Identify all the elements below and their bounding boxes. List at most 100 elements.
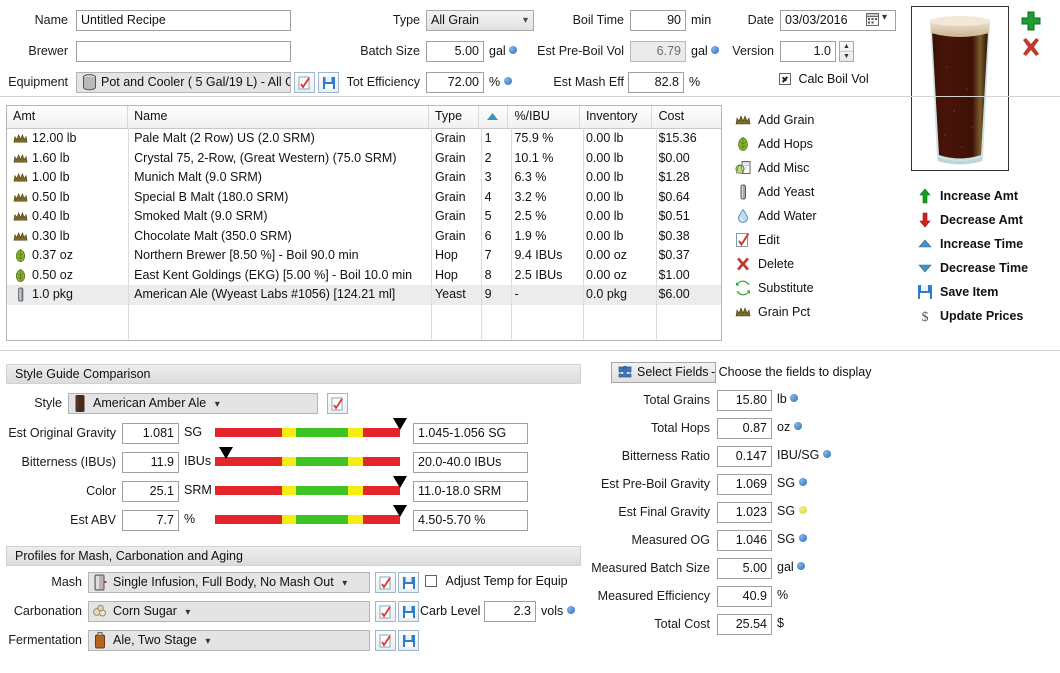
- stat-value[interactable]: 0.147: [717, 446, 772, 467]
- carbonation-select[interactable]: Corn Sugar ▾: [88, 601, 370, 622]
- action-decrease-time[interactable]: Decrease Time: [916, 256, 1056, 280]
- carbonation-save-icon[interactable]: [398, 601, 419, 622]
- grid-col-cost[interactable]: Cost: [652, 106, 721, 128]
- action-increase-amt[interactable]: Increase Amt: [916, 184, 1056, 208]
- date-dropdown-chevron-icon[interactable]: ▾: [882, 12, 887, 23]
- stat-value[interactable]: 15.80: [717, 390, 772, 411]
- action-add-grain[interactable]: Add Grain: [734, 108, 904, 132]
- carb-level-input[interactable]: 2.3: [484, 601, 536, 622]
- action-grain-pct[interactable]: Grain Pct: [734, 300, 904, 324]
- table-row[interactable]: 0.50 lb Special B Malt (180.0 SRM) Grain 4 3…: [7, 188, 721, 208]
- unit-toggle-dot[interactable]: [798, 506, 807, 514]
- mash-edit-icon[interactable]: [375, 572, 396, 593]
- grid-col-type[interactable]: Type: [429, 106, 479, 128]
- table-row[interactable]: 0.50 oz East Kent Goldings (EKG) [5.00 %]…: [7, 266, 721, 286]
- fermentation-save-icon[interactable]: [398, 630, 419, 651]
- action-add-misc[interactable]: Add Misc: [734, 156, 904, 180]
- batch-size-input[interactable]: 5.00: [426, 41, 484, 62]
- action-save-item[interactable]: Save Item: [916, 280, 1056, 304]
- cell-pct-ibu: 10.1 %: [514, 150, 554, 165]
- table-row[interactable]: 1.00 lb Munich Malt (9.0 SRM) Grain 3 6.3 % 0…: [7, 168, 721, 188]
- item-actions-list[interactable]: Increase Amt Decrease Amt Increase Time Dec…: [916, 184, 1056, 328]
- remove-recipe-button[interactable]: [1020, 36, 1042, 61]
- equipment-select[interactable]: Pot and Cooler ( 5 Gal/19 L) - All Grai: [76, 72, 291, 93]
- recipe-name-input[interactable]: Untitled Recipe: [76, 10, 291, 31]
- stat-value[interactable]: 25.54: [717, 614, 772, 635]
- action-add-water[interactable]: Add Water: [734, 204, 904, 228]
- unit-toggle-dot[interactable]: [798, 534, 807, 542]
- unit-toggle-dot[interactable]: [797, 562, 806, 570]
- grid-col-sort-indicator[interactable]: [479, 106, 509, 128]
- recipe-type-select[interactable]: All Grain ▾: [426, 10, 534, 31]
- mash-profile-select[interactable]: Single Infusion, Full Body, No Mash Out …: [88, 572, 370, 593]
- boil-time-input[interactable]: 90: [630, 10, 686, 31]
- fermentation-edit-icon[interactable]: [375, 630, 396, 651]
- stepper-down-icon[interactable]: ▼: [840, 52, 853, 61]
- stat-value[interactable]: 40.9: [717, 586, 772, 607]
- cell-pct-ibu: -: [514, 287, 519, 301]
- style-row-value[interactable]: 1.081: [122, 423, 179, 444]
- cell-name: Chocolate Malt (350.0 SRM): [134, 228, 292, 243]
- style-edit-icon[interactable]: [327, 393, 348, 414]
- brewer-input[interactable]: [76, 41, 291, 62]
- unit-toggle-dot[interactable]: [509, 46, 518, 54]
- table-row[interactable]: 12.00 lb Pale Malt (2 Row) US (2.0 SRM) Gr…: [7, 129, 721, 149]
- stat-value[interactable]: 1.023: [717, 502, 772, 523]
- unit-toggle-dot[interactable]: [798, 478, 807, 486]
- unit-toggle-dot[interactable]: [790, 394, 799, 402]
- style-row-value[interactable]: 25.1: [122, 481, 179, 502]
- adjust-temp-checkbox[interactable]: [425, 575, 437, 587]
- action-add-yeast[interactable]: Add Yeast: [734, 180, 904, 204]
- tot-efficiency-input[interactable]: 72.00: [426, 72, 484, 93]
- add-recipe-button[interactable]: [1020, 10, 1042, 35]
- est-mash-eff-input[interactable]: 82.8: [628, 72, 684, 93]
- stat-row: Measured Batch Size 5.00 gal: [560, 556, 1060, 584]
- cell-amt-text: 0.40 lb: [32, 209, 70, 224]
- table-row[interactable]: 0.40 lb Smoked Malt (9.0 SRM) Grain 5 2.5 % 0…: [7, 207, 721, 227]
- cell-pct-ibu: 75.9 %: [514, 131, 554, 145]
- table-row[interactable]: 0.37 oz Northern Brewer [8.50 %] - Boil 9…: [7, 246, 721, 266]
- brewer-label: Brewer: [28, 44, 68, 58]
- action-increase-time[interactable]: Increase Time: [916, 232, 1056, 256]
- ingredient-actions-list[interactable]: Add Grain Add Hops Add Misc Add Yeast Add Wa…: [734, 108, 904, 324]
- unit-toggle-dot[interactable]: [793, 422, 802, 430]
- calendar-icon[interactable]: [866, 13, 879, 29]
- action-add-hops[interactable]: Add Hops: [734, 132, 904, 156]
- action-decrease-amt[interactable]: Decrease Amt: [916, 208, 1056, 232]
- version-stepper[interactable]: ▲ ▼: [839, 41, 854, 62]
- grid-col-amt[interactable]: Amt: [7, 106, 129, 128]
- action-delete[interactable]: Delete: [734, 252, 904, 276]
- style-row-value[interactable]: 11.9: [122, 452, 179, 473]
- ingredients-grid[interactable]: Amt Name Type %/IBU Inventory Cost 12.00…: [6, 105, 722, 341]
- style-select[interactable]: American Amber Ale ▾: [68, 393, 318, 414]
- stepper-up-icon[interactable]: ▲: [840, 42, 853, 52]
- stat-value[interactable]: 5.00: [717, 558, 772, 579]
- style-row-value[interactable]: 7.7: [122, 510, 179, 531]
- carbonation-edit-icon[interactable]: [375, 601, 396, 622]
- table-row[interactable]: 0.30 lb Chocolate Malt (350.0 SRM) Grain 6 1…: [7, 227, 721, 247]
- adjust-temp-checkbox-row[interactable]: Adjust Temp for Equip: [425, 574, 568, 588]
- fermentation-select[interactable]: Ale, Two Stage ▾: [88, 630, 370, 651]
- table-row[interactable]: 1.0 pkg American Ale (Wyeast Labs #1056) …: [7, 285, 721, 305]
- version-input[interactable]: 1.0: [780, 41, 836, 62]
- table-row[interactable]: 1.60 lb Crystal 75, 2-Row, (Great Western…: [7, 149, 721, 169]
- stat-value[interactable]: 0.87: [717, 418, 772, 439]
- calc-boil-vol-checkbox-row[interactable]: Calc Boil Vol: [779, 72, 869, 86]
- cell-amt: 0.50 oz: [7, 266, 128, 286]
- action-substitute[interactable]: Substitute: [734, 276, 904, 300]
- unit-toggle-dot[interactable]: [822, 450, 831, 458]
- equipment-edit-icon[interactable]: [294, 72, 315, 93]
- style-range-marker: [393, 418, 407, 430]
- calc-boil-vol-checkbox[interactable]: [779, 73, 791, 85]
- action-edit[interactable]: Edit: [734, 228, 904, 252]
- grid-col-inventory[interactable]: Inventory: [580, 106, 653, 128]
- grid-col-name[interactable]: Name: [128, 106, 429, 128]
- action-update-prices[interactable]: $ Update Prices: [916, 304, 1056, 328]
- stat-value[interactable]: 1.046: [717, 530, 772, 551]
- select-fields-button[interactable]: Select Fields: [611, 362, 716, 383]
- unit-toggle-dot[interactable]: [503, 77, 512, 85]
- mash-save-icon[interactable]: [398, 572, 419, 593]
- stat-value[interactable]: 1.069: [717, 474, 772, 495]
- grid-col-pct-ibu[interactable]: %/IBU: [508, 106, 580, 128]
- stat-label: Bitterness Ratio: [621, 449, 710, 463]
